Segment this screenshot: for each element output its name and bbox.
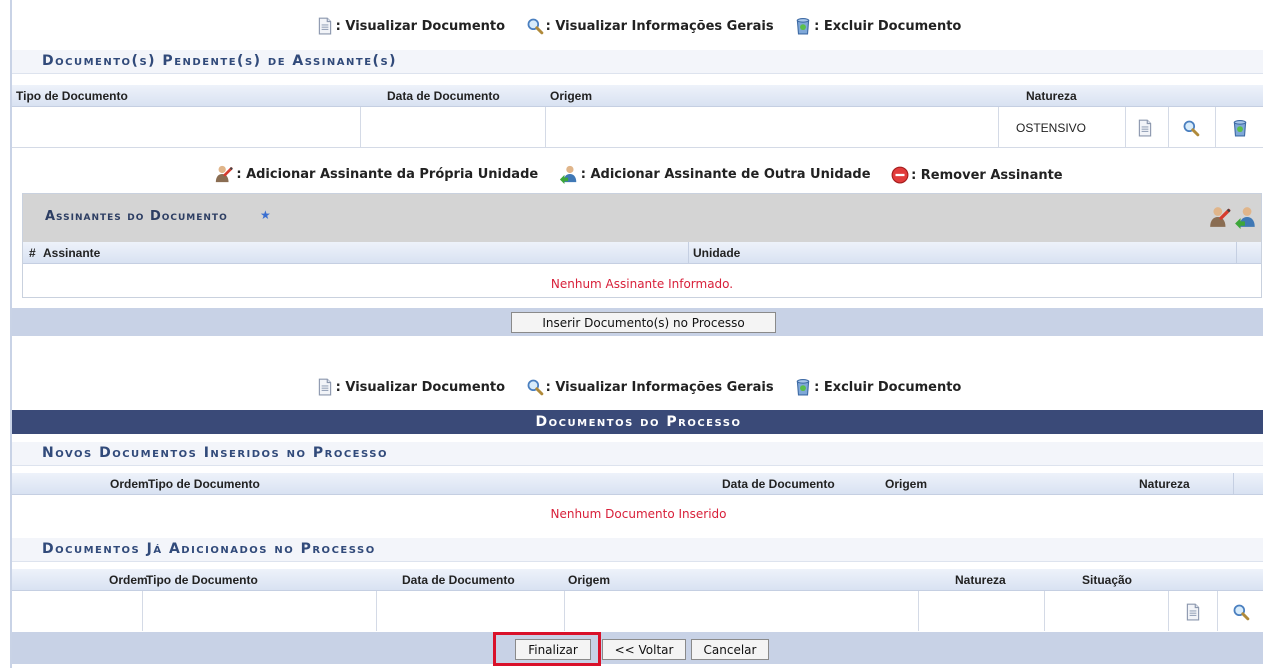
col-unidade: Unidade bbox=[693, 246, 741, 260]
col-origem: Origem bbox=[885, 477, 928, 491]
required-star-icon: ★ bbox=[260, 208, 271, 222]
process-documents-legend: : Visualizar Documento : Visualizar Info… bbox=[12, 378, 1263, 400]
signers-title: Assinantes do Documento bbox=[45, 209, 228, 224]
col-natureza: Natureza bbox=[955, 573, 1006, 587]
added-documents-row bbox=[12, 591, 1263, 631]
view-info-icon[interactable] bbox=[1180, 117, 1202, 139]
col-data: Data de Documento bbox=[387, 89, 500, 103]
process-documents-title: Documentos do Processo bbox=[12, 410, 1263, 434]
legend-view-document: : Visualizar Documento bbox=[316, 17, 505, 35]
pending-section-title: Documento(s) Pendente(s) de Assinante(s) bbox=[12, 50, 1263, 74]
col-tipo: Tipo de Documento bbox=[16, 89, 128, 103]
add-other-signer-button[interactable] bbox=[1233, 204, 1259, 230]
new-documents-title: Novos Documentos Inseridos no Processo bbox=[12, 442, 1263, 466]
magnifier-icon bbox=[526, 378, 544, 396]
pending-cell-natureza: OSTENSIVO bbox=[1016, 121, 1087, 135]
delete-document-icon bbox=[794, 378, 812, 396]
documents-legend: : Visualizar Documento : Visualizar Info… bbox=[12, 17, 1263, 39]
delete-document-icon[interactable] bbox=[1229, 117, 1251, 139]
col-origem: Origem bbox=[550, 89, 593, 103]
col-origem: Origem bbox=[568, 573, 611, 587]
insert-bar: Inserir Documento(s) no Processo bbox=[12, 308, 1263, 336]
legend-view-info-label: : Visualizar Informações Gerais bbox=[545, 379, 774, 395]
add-other-signer-icon bbox=[559, 164, 579, 184]
col-ordem: Ordem bbox=[110, 477, 149, 491]
legend-view-document-label: : Visualizar Documento bbox=[335, 18, 506, 34]
col-natureza: Natureza bbox=[1139, 477, 1190, 491]
legend-add-other-label: : Adicionar Assinante de Outra Unidade bbox=[580, 166, 871, 182]
document-icon bbox=[316, 378, 334, 396]
view-document-icon[interactable] bbox=[1134, 117, 1156, 139]
delete-document-icon bbox=[794, 17, 812, 35]
legend-view-info-label: : Visualizar Informações Gerais bbox=[545, 18, 774, 34]
pending-table-header: Tipo de Documento Data de Documento Orig… bbox=[12, 85, 1263, 107]
footer-bar: Finalizar << Voltar Cancelar bbox=[12, 632, 1263, 666]
legend-add-other-unit: : Adicionar Assinante de Outra Unidade bbox=[559, 164, 871, 184]
col-num: # bbox=[29, 246, 36, 260]
signers-panel-header: Assinantes do Documento ★ bbox=[23, 194, 1261, 242]
col-data: Data de Documento bbox=[402, 573, 515, 587]
pending-table-row: OSTENSIVO bbox=[12, 107, 1263, 147]
signers-table-header: # Assinante Unidade bbox=[23, 242, 1261, 264]
signers-panel: Assinantes do Documento ★ # Assinante Un… bbox=[22, 193, 1262, 298]
legend-delete-document-2: : Excluir Documento bbox=[794, 378, 961, 396]
legend-view-info: : Visualizar Informações Gerais bbox=[526, 17, 774, 35]
legend-delete-document: : Excluir Documento bbox=[794, 17, 961, 35]
remove-signer-icon bbox=[891, 166, 909, 184]
col-natureza: Natureza bbox=[1026, 89, 1077, 103]
added-documents-header: Ordem Tipo de Documento Data de Document… bbox=[12, 569, 1263, 591]
new-documents-header: Ordem Tipo de Documento Data de Document… bbox=[12, 473, 1263, 495]
new-documents-empty-message: Nenhum Documento Inserido bbox=[550, 507, 727, 521]
legend-add-own-unit: : Adicionar Assinante da Própria Unidade bbox=[214, 164, 538, 184]
add-own-signer-button[interactable] bbox=[1207, 204, 1233, 230]
cancelar-button[interactable]: Cancelar bbox=[691, 639, 769, 660]
legend-delete-document-label: : Excluir Documento bbox=[814, 379, 962, 395]
col-situacao: Situação bbox=[1082, 573, 1133, 587]
magnifier-icon bbox=[526, 17, 544, 35]
legend-view-info-2: : Visualizar Informações Gerais bbox=[526, 378, 774, 396]
legend-remove-signer: : Remover Assinante bbox=[891, 166, 1063, 184]
legend-add-own-label: : Adicionar Assinante da Própria Unidade bbox=[236, 166, 539, 182]
legend-view-document-2: : Visualizar Documento bbox=[316, 378, 505, 396]
col-assinante: Assinante bbox=[43, 246, 101, 260]
col-data: Data de Documento bbox=[722, 477, 835, 491]
col-tipo: Tipo de Documento bbox=[148, 477, 260, 491]
add-own-signer-icon bbox=[214, 164, 234, 184]
legend-view-document-label: : Visualizar Documento bbox=[335, 379, 506, 395]
view-document-icon[interactable] bbox=[1182, 601, 1204, 623]
document-icon bbox=[316, 17, 334, 35]
finalizar-button[interactable]: Finalizar bbox=[515, 639, 591, 660]
page-frame: : Visualizar Documento : Visualizar Info… bbox=[10, 0, 1263, 668]
signers-legend: : Adicionar Assinante da Própria Unidade… bbox=[12, 164, 1263, 188]
voltar-button[interactable]: << Voltar bbox=[602, 639, 686, 660]
legend-delete-document-label: : Excluir Documento bbox=[814, 18, 962, 34]
added-documents-title: Documentos Já Adicionados no Processo bbox=[12, 538, 1263, 562]
legend-remove-label: : Remover Assinante bbox=[911, 167, 1063, 183]
col-ordem: Ordem bbox=[109, 573, 148, 587]
insert-documents-button[interactable]: Inserir Documento(s) no Processo bbox=[511, 312, 776, 333]
view-info-icon[interactable] bbox=[1230, 601, 1252, 623]
col-tipo: Tipo de Documento bbox=[146, 573, 258, 587]
signers-empty-message: Nenhum Assinante Informado. bbox=[550, 277, 734, 291]
